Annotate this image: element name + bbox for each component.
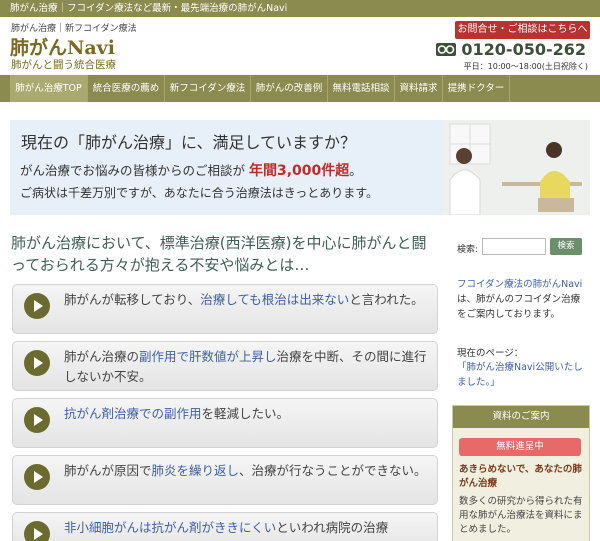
issue-card[interactable]: 肺がんが転移しており、治療しても根治は出来ないと言われた。	[12, 284, 438, 334]
resources-body: 数多くの研究から得られた有用な肺がん治療法を資料にまとめました。	[459, 496, 583, 535]
issue-card[interactable]: 肺がん治療の副作用で肝数値が上昇し治療を中断、その間に進行しないか不安。	[12, 341, 438, 391]
free-dial-icon	[436, 41, 457, 56]
main-heading: 肺がん治療において、標準治療(西洋医療)を中心に肺がんと闘っておられる方々が抱え…	[11, 234, 427, 274]
nav-item-integrative[interactable]: 統合医療の薦め	[88, 75, 165, 102]
issue-card[interactable]: 抗がん剤治療での副作用を軽減したい。	[12, 398, 438, 448]
business-hours: 平日：10:00〜18:00(土日祝除く)	[463, 62, 588, 71]
hero-subtitle: がん治療でお悩みの皆様からのご相談が 年間3,000件超。	[20, 163, 362, 179]
hero-note: ご病状は千差万別ですが、あなたに合う治療法はきっとあります。	[20, 186, 379, 200]
top-info-bar: 肺がん治療｜フコイダン療法など最新・最先端治療の肺がんNavi	[0, 0, 600, 17]
hero-highlight: 年間3,000件超	[249, 163, 350, 179]
site-header: 肺がん治療｜新フコイダン療法 肺がんNavi 肺がんと闘う統合医療 お問合せ・ご…	[0, 17, 600, 75]
issue-text: 肺がんが転移しており、治療しても根治は出来ないと言われた。	[64, 292, 424, 307]
search-label: 検索:	[457, 245, 479, 255]
nav-item-request[interactable]: 資料請求	[395, 75, 443, 102]
issue-text: 抗がん剤治療での副作用を軽減したい。	[64, 406, 290, 421]
issue-card[interactable]: 非小細胞がんは抗がん剤がききにくいといわれ病院の治療	[12, 512, 438, 541]
nav-item-phone-consult[interactable]: 無料電話相談	[328, 75, 395, 102]
resources-heading: 資料のご案内	[453, 406, 589, 428]
nav-item-fucoidan[interactable]: 新フコイダン療法	[165, 75, 251, 102]
play-icon	[24, 293, 50, 319]
site-description: フコイダン療法の肺がんNaviは、肺がんのフコイダン治療をご案内しております。	[457, 279, 583, 320]
site-logo-subtitle: 肺がんと闘う統合医療	[11, 59, 116, 71]
play-icon	[24, 521, 50, 541]
issue-text: 非小細胞がんは抗がん剤がききにくいといわれ病院の治療	[64, 520, 389, 535]
hero-title: 現在の「肺がん治療」に、満足していますか？	[21, 133, 357, 152]
nav-item-top[interactable]: 肺がん治療TOP	[10, 75, 88, 102]
play-icon	[24, 350, 50, 376]
play-icon	[24, 464, 50, 490]
contact-button[interactable]: お問合せ・ご相談はこちらへ	[455, 21, 590, 39]
free-badge[interactable]: 無料進呈中	[459, 438, 581, 456]
current-page-link[interactable]: 「肺がん治療Navi公開いたしました。」	[457, 360, 585, 390]
site-logo[interactable]: 肺がんNavi	[10, 33, 115, 60]
search-button[interactable]: 検索	[550, 238, 582, 255]
nav-item-cases[interactable]: 肺がんの改善例	[251, 75, 328, 102]
issue-text: 肺がん治療の副作用で肝数値が上昇し治療を中断、その間に進行しないか不安。	[64, 349, 427, 384]
issue-card[interactable]: 肺がんが原因で肺炎を繰り返し、治療が行なうことができない。	[12, 455, 438, 505]
current-page-label: 現在のページ：	[457, 348, 524, 359]
search-input[interactable]	[482, 238, 546, 255]
nav-item-doctors[interactable]: 提携ドクター	[443, 75, 510, 102]
resources-box: 資料のご案内 無料進呈中 あきらめないで、あなたの肺がん治療 数多くの研究から得…	[452, 405, 590, 541]
issue-text: 肺がんが原因で肺炎を繰り返し、治療が行なうことができない。	[64, 463, 427, 478]
phone-row: 0120-050-262	[436, 40, 586, 62]
hero-photo	[442, 120, 590, 215]
main-nav: 肺がん治療TOP 統合医療の薦め 新フコイダン療法 肺がんの改善例 無料電話相談…	[0, 75, 600, 102]
play-icon	[24, 407, 50, 433]
hero-banner: 現在の「肺がん治療」に、満足していますか？ がん治療でお悩みの皆様からのご相談が…	[10, 120, 590, 215]
phone-number[interactable]: 0120-050-262	[461, 40, 586, 59]
resources-title[interactable]: あきらめないで、あなたの肺がん治療	[459, 463, 585, 491]
